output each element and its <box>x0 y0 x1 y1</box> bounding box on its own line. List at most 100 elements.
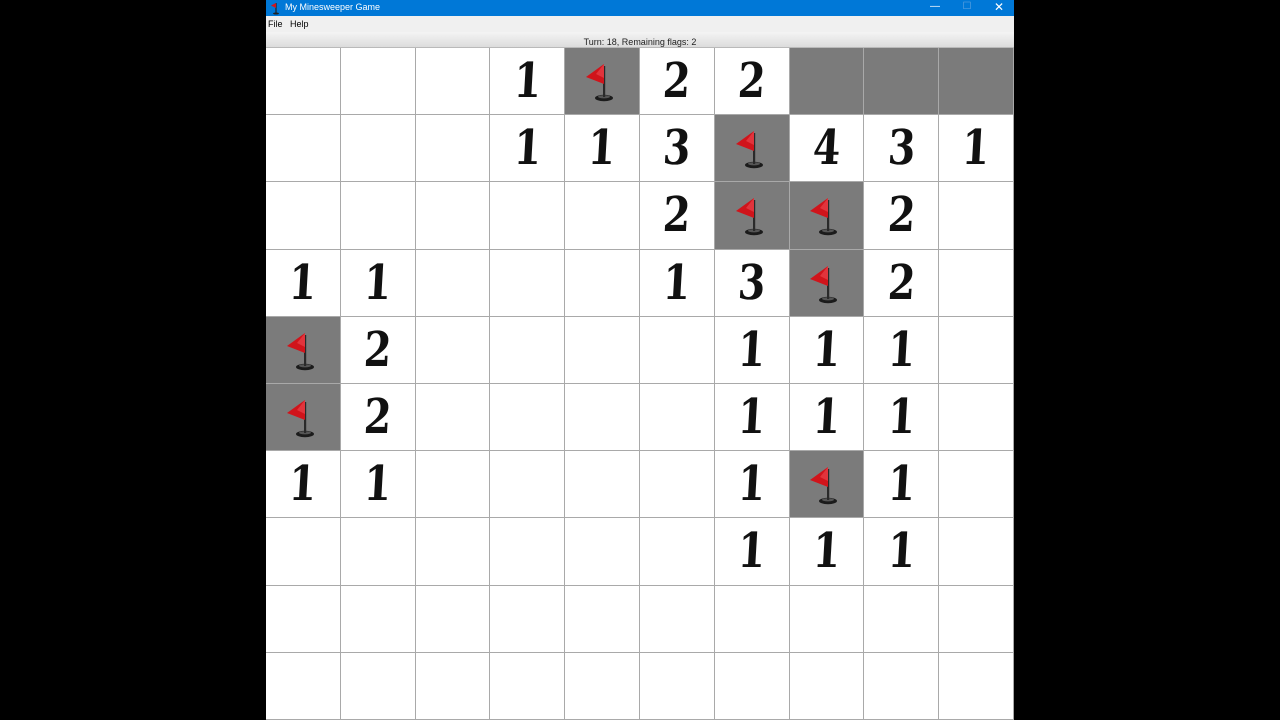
revealed-cell[interactable]: 3 <box>639 115 715 183</box>
flagged-cell[interactable] <box>266 383 341 452</box>
revealed-cell[interactable] <box>939 182 1014 250</box>
revealed-cell[interactable] <box>939 585 1014 653</box>
revealed-cell[interactable] <box>490 451 566 519</box>
revealed-cell[interactable] <box>789 585 865 653</box>
revealed-cell[interactable] <box>266 518 341 586</box>
revealed-cell[interactable] <box>639 518 715 586</box>
revealed-cell[interactable]: 1 <box>864 451 940 519</box>
covered-cell[interactable] <box>789 48 865 116</box>
flagged-cell[interactable] <box>266 316 341 384</box>
revealed-cell[interactable] <box>415 383 491 452</box>
revealed-cell[interactable]: 2 <box>639 182 715 250</box>
minimize-button[interactable]: — <box>920 0 950 16</box>
close-button[interactable]: ✕ <box>984 0 1014 16</box>
revealed-cell[interactable]: 1 <box>789 518 865 586</box>
revealed-cell[interactable]: 1 <box>939 115 1014 183</box>
revealed-cell[interactable] <box>565 383 640 452</box>
flagged-cell[interactable] <box>714 115 790 183</box>
revealed-cell[interactable] <box>789 652 865 720</box>
menu-file[interactable]: File <box>268 19 283 30</box>
revealed-cell[interactable]: 1 <box>490 48 566 116</box>
revealed-cell[interactable]: 1 <box>639 249 715 317</box>
revealed-cell[interactable]: 1 <box>714 383 790 452</box>
revealed-cell[interactable] <box>415 115 491 183</box>
revealed-cell[interactable]: 1 <box>340 451 416 519</box>
revealed-cell[interactable] <box>565 518 640 586</box>
revealed-cell[interactable] <box>415 518 491 586</box>
revealed-cell[interactable] <box>415 316 491 384</box>
revealed-cell[interactable] <box>415 249 491 317</box>
title-bar[interactable]: My Minesweeper Game — ☐ ✕ <box>266 0 1014 16</box>
revealed-cell[interactable] <box>939 316 1014 384</box>
revealed-cell[interactable] <box>565 249 640 317</box>
revealed-cell[interactable]: 1 <box>565 115 640 183</box>
revealed-cell[interactable] <box>415 182 491 250</box>
flagged-cell[interactable] <box>789 182 865 250</box>
revealed-cell[interactable]: 1 <box>789 383 865 452</box>
revealed-cell[interactable]: 3 <box>864 115 940 183</box>
covered-cell[interactable] <box>864 48 940 116</box>
revealed-cell[interactable] <box>490 182 566 250</box>
revealed-cell[interactable] <box>490 316 566 384</box>
revealed-cell[interactable] <box>266 115 341 183</box>
revealed-cell[interactable] <box>340 518 416 586</box>
revealed-cell[interactable] <box>340 652 416 720</box>
flagged-cell[interactable] <box>789 451 865 519</box>
menu-help[interactable]: Help <box>290 19 309 30</box>
revealed-cell[interactable] <box>939 518 1014 586</box>
revealed-cell[interactable] <box>340 182 416 250</box>
revealed-cell[interactable]: 1 <box>266 249 341 317</box>
revealed-cell[interactable] <box>415 451 491 519</box>
revealed-cell[interactable]: 1 <box>490 115 566 183</box>
revealed-cell[interactable] <box>939 249 1014 317</box>
revealed-cell[interactable] <box>490 249 566 317</box>
revealed-cell[interactable]: 1 <box>266 451 341 519</box>
revealed-cell[interactable]: 2 <box>639 48 715 116</box>
revealed-cell[interactable] <box>340 115 416 183</box>
revealed-cell[interactable] <box>565 316 640 384</box>
revealed-cell[interactable] <box>565 451 640 519</box>
revealed-cell[interactable] <box>490 585 566 653</box>
revealed-cell[interactable] <box>939 451 1014 519</box>
revealed-cell[interactable]: 1 <box>789 316 865 384</box>
revealed-cell[interactable]: 1 <box>864 518 940 586</box>
flagged-cell[interactable] <box>789 249 865 317</box>
revealed-cell[interactable] <box>714 652 790 720</box>
revealed-cell[interactable] <box>266 182 341 250</box>
revealed-cell[interactable]: 1 <box>714 518 790 586</box>
revealed-cell[interactable] <box>565 585 640 653</box>
revealed-cell[interactable] <box>714 585 790 653</box>
revealed-cell[interactable]: 2 <box>340 383 416 452</box>
revealed-cell[interactable]: 3 <box>714 249 790 317</box>
revealed-cell[interactable] <box>565 182 640 250</box>
revealed-cell[interactable] <box>415 652 491 720</box>
revealed-cell[interactable] <box>340 585 416 653</box>
revealed-cell[interactable] <box>490 383 566 452</box>
revealed-cell[interactable] <box>864 585 940 653</box>
revealed-cell[interactable] <box>415 585 491 653</box>
revealed-cell[interactable]: 1 <box>864 383 940 452</box>
revealed-cell[interactable] <box>639 316 715 384</box>
revealed-cell[interactable] <box>639 451 715 519</box>
revealed-cell[interactable]: 1 <box>714 316 790 384</box>
revealed-cell[interactable] <box>864 652 940 720</box>
revealed-cell[interactable] <box>266 652 341 720</box>
revealed-cell[interactable]: 4 <box>789 115 865 183</box>
revealed-cell[interactable] <box>415 48 491 116</box>
revealed-cell[interactable] <box>639 652 715 720</box>
revealed-cell[interactable] <box>266 48 341 116</box>
flagged-cell[interactable] <box>565 48 640 116</box>
revealed-cell[interactable] <box>639 383 715 452</box>
maximize-button[interactable]: ☐ <box>952 0 982 16</box>
revealed-cell[interactable]: 1 <box>864 316 940 384</box>
revealed-cell[interactable]: 1 <box>714 451 790 519</box>
revealed-cell[interactable] <box>939 383 1014 452</box>
covered-cell[interactable] <box>939 48 1014 116</box>
revealed-cell[interactable]: 1 <box>340 249 416 317</box>
flagged-cell[interactable] <box>714 182 790 250</box>
revealed-cell[interactable] <box>490 652 566 720</box>
revealed-cell[interactable] <box>266 585 341 653</box>
revealed-cell[interactable]: 2 <box>864 249 940 317</box>
revealed-cell[interactable] <box>639 585 715 653</box>
revealed-cell[interactable] <box>939 652 1014 720</box>
